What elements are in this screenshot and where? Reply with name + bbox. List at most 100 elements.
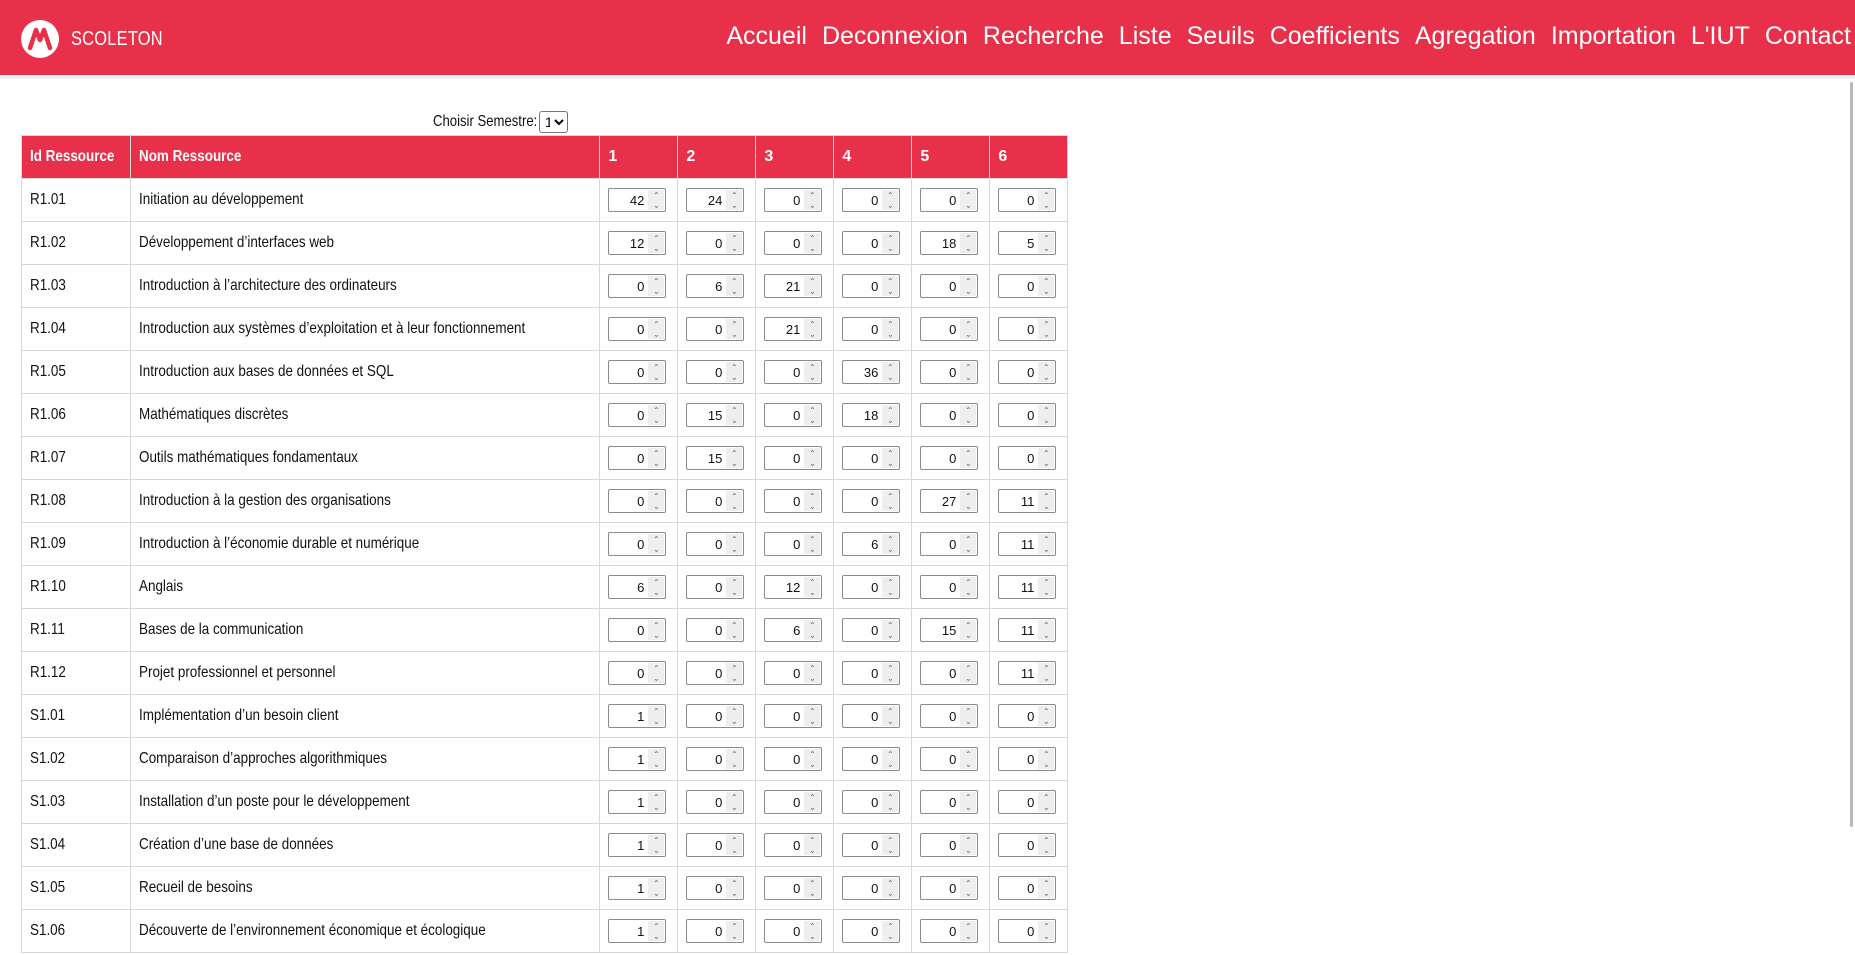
spinner-arrows-icon[interactable]: ⌃ ⌃ [648,749,665,769]
coefficient-input[interactable]: 0 ⌃ ⌃ [920,876,979,900]
spinner-arrows-icon[interactable]: ⌃ ⌃ [960,233,977,253]
spinner-arrows-icon[interactable]: ⌃ ⌃ [882,706,899,726]
spinner-arrows-icon[interactable]: ⌃ ⌃ [960,620,977,640]
coefficient-input[interactable]: 0 ⌃ ⌃ [842,876,901,900]
coefficient-input[interactable]: 12 ⌃ ⌃ [764,575,823,599]
coefficient-input[interactable]: 0 ⌃ ⌃ [686,317,745,341]
coefficient-input[interactable]: 11 ⌃ ⌃ [998,575,1057,599]
page-scrollbar[interactable] [1850,82,1853,827]
coefficient-input[interactable]: 0 ⌃ ⌃ [608,317,667,341]
nav-coefficients[interactable]: Coefficients [1270,22,1400,51]
coefficient-input[interactable]: 0 ⌃ ⌃ [764,747,823,771]
spinner-arrows-icon[interactable]: ⌃ ⌃ [726,362,743,382]
spinner-arrows-icon[interactable]: ⌃ ⌃ [726,620,743,640]
coefficient-input[interactable]: 1 ⌃ ⌃ [608,704,667,728]
coefficient-input[interactable]: 1 ⌃ ⌃ [608,919,667,943]
spinner-arrows-icon[interactable]: ⌃ ⌃ [726,448,743,468]
coefficient-input[interactable]: 0 ⌃ ⌃ [686,790,745,814]
spinner-arrows-icon[interactable]: ⌃ ⌃ [1038,534,1055,554]
coefficient-input[interactable]: 15 ⌃ ⌃ [686,403,745,427]
spinner-arrows-icon[interactable]: ⌃ ⌃ [960,362,977,382]
spinner-arrows-icon[interactable]: ⌃ ⌃ [882,190,899,210]
coefficient-input[interactable]: 0 ⌃ ⌃ [686,489,745,513]
coefficient-input[interactable]: 0 ⌃ ⌃ [686,919,745,943]
nav-accueil[interactable]: Accueil [726,22,807,51]
coefficient-input[interactable]: 0 ⌃ ⌃ [920,747,979,771]
coefficient-input[interactable]: 1 ⌃ ⌃ [608,747,667,771]
spinner-arrows-icon[interactable]: ⌃ ⌃ [882,319,899,339]
spinner-arrows-icon[interactable]: ⌃ ⌃ [648,534,665,554]
coefficient-input[interactable]: 0 ⌃ ⌃ [764,489,823,513]
coefficient-input[interactable]: 0 ⌃ ⌃ [608,532,667,556]
coefficient-input[interactable]: 1 ⌃ ⌃ [608,790,667,814]
spinner-arrows-icon[interactable]: ⌃ ⌃ [648,319,665,339]
spinner-arrows-icon[interactable]: ⌃ ⌃ [726,233,743,253]
coefficient-input[interactable]: 0 ⌃ ⌃ [998,403,1057,427]
spinner-arrows-icon[interactable]: ⌃ ⌃ [726,835,743,855]
coefficient-input[interactable]: 0 ⌃ ⌃ [608,661,667,685]
spinner-arrows-icon[interactable]: ⌃ ⌃ [1038,405,1055,425]
spinner-arrows-icon[interactable]: ⌃ ⌃ [882,663,899,683]
spinner-arrows-icon[interactable]: ⌃ ⌃ [960,319,977,339]
spinner-arrows-icon[interactable]: ⌃ ⌃ [1038,663,1055,683]
spinner-arrows-icon[interactable]: ⌃ ⌃ [1038,792,1055,812]
coefficient-input[interactable]: 6 ⌃ ⌃ [764,618,823,642]
spinner-arrows-icon[interactable]: ⌃ ⌃ [1038,835,1055,855]
spinner-arrows-icon[interactable]: ⌃ ⌃ [804,190,821,210]
coefficient-input[interactable]: 0 ⌃ ⌃ [686,532,745,556]
coefficient-input[interactable]: 0 ⌃ ⌃ [920,403,979,427]
spinner-arrows-icon[interactable]: ⌃ ⌃ [882,362,899,382]
spinner-arrows-icon[interactable]: ⌃ ⌃ [648,448,665,468]
spinner-arrows-icon[interactable]: ⌃ ⌃ [960,835,977,855]
spinner-arrows-icon[interactable]: ⌃ ⌃ [804,921,821,941]
nav-iut[interactable]: L'IUT [1691,22,1750,51]
spinner-arrows-icon[interactable]: ⌃ ⌃ [726,534,743,554]
spinner-arrows-icon[interactable]: ⌃ ⌃ [882,233,899,253]
spinner-arrows-icon[interactable]: ⌃ ⌃ [1038,706,1055,726]
coefficient-input[interactable]: 0 ⌃ ⌃ [608,274,667,298]
coefficient-input[interactable]: 0 ⌃ ⌃ [842,790,901,814]
spinner-arrows-icon[interactable]: ⌃ ⌃ [726,190,743,210]
coefficient-input[interactable]: 0 ⌃ ⌃ [842,575,901,599]
coefficient-input[interactable]: 6 ⌃ ⌃ [686,274,745,298]
spinner-arrows-icon[interactable]: ⌃ ⌃ [648,190,665,210]
spinner-arrows-icon[interactable]: ⌃ ⌃ [882,577,899,597]
coefficient-input[interactable]: 0 ⌃ ⌃ [764,790,823,814]
spinner-arrows-icon[interactable]: ⌃ ⌃ [804,448,821,468]
spinner-arrows-icon[interactable]: ⌃ ⌃ [804,663,821,683]
coefficient-input[interactable]: 0 ⌃ ⌃ [764,360,823,384]
spinner-arrows-icon[interactable]: ⌃ ⌃ [1038,319,1055,339]
spinner-arrows-icon[interactable]: ⌃ ⌃ [882,276,899,296]
spinner-arrows-icon[interactable]: ⌃ ⌃ [960,405,977,425]
spinner-arrows-icon[interactable]: ⌃ ⌃ [648,362,665,382]
coefficient-input[interactable]: 0 ⌃ ⌃ [608,403,667,427]
coefficient-input[interactable]: 0 ⌃ ⌃ [920,661,979,685]
coefficient-input[interactable]: 0 ⌃ ⌃ [764,833,823,857]
coefficient-input[interactable]: 0 ⌃ ⌃ [842,747,901,771]
nav-seuils[interactable]: Seuils [1187,22,1255,51]
semester-select[interactable]: 1 [539,111,568,133]
coefficient-input[interactable]: 0 ⌃ ⌃ [842,489,901,513]
coefficient-input[interactable]: 0 ⌃ ⌃ [920,790,979,814]
spinner-arrows-icon[interactable]: ⌃ ⌃ [726,749,743,769]
coefficient-input[interactable]: 0 ⌃ ⌃ [842,833,901,857]
coefficient-input[interactable]: 1 ⌃ ⌃ [608,876,667,900]
coefficient-input[interactable]: 0 ⌃ ⌃ [998,876,1057,900]
spinner-arrows-icon[interactable]: ⌃ ⌃ [804,706,821,726]
coefficient-input[interactable]: 0 ⌃ ⌃ [842,188,901,212]
spinner-arrows-icon[interactable]: ⌃ ⌃ [648,835,665,855]
coefficient-input[interactable]: 6 ⌃ ⌃ [608,575,667,599]
spinner-arrows-icon[interactable]: ⌃ ⌃ [804,233,821,253]
coefficient-input[interactable]: 0 ⌃ ⌃ [920,446,979,470]
coefficient-input[interactable]: 0 ⌃ ⌃ [998,274,1057,298]
coefficient-input[interactable]: 0 ⌃ ⌃ [998,360,1057,384]
coefficient-input[interactable]: 1 ⌃ ⌃ [608,833,667,857]
coefficient-input[interactable]: 0 ⌃ ⌃ [842,618,901,642]
coefficient-input[interactable]: 6 ⌃ ⌃ [842,532,901,556]
nav-liste[interactable]: Liste [1119,22,1172,51]
coefficient-input[interactable]: 5 ⌃ ⌃ [998,231,1057,255]
spinner-arrows-icon[interactable]: ⌃ ⌃ [648,276,665,296]
spinner-arrows-icon[interactable]: ⌃ ⌃ [1038,878,1055,898]
spinner-arrows-icon[interactable]: ⌃ ⌃ [1038,491,1055,511]
spinner-arrows-icon[interactable]: ⌃ ⌃ [882,835,899,855]
